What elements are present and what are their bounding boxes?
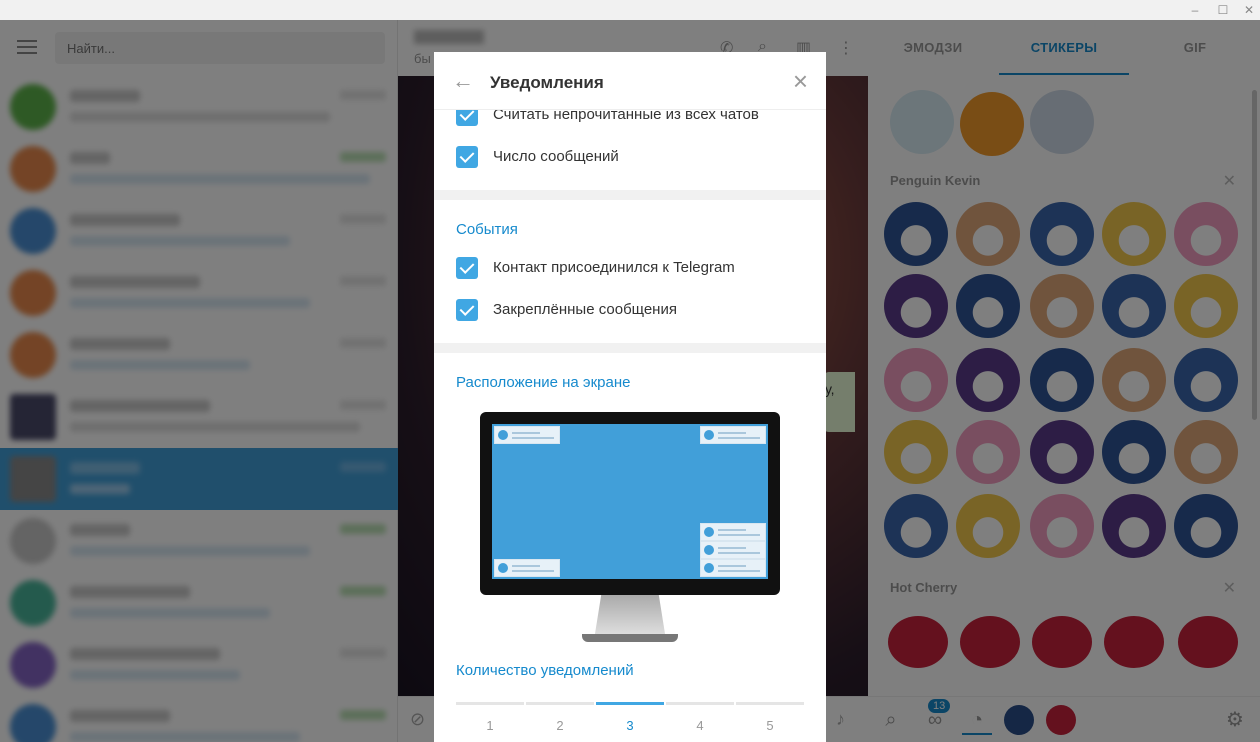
section-title-events: События (456, 221, 518, 238)
position-top-right[interactable] (700, 426, 766, 444)
section-divider (434, 343, 826, 353)
count-option-5[interactable]: 5 (736, 702, 804, 742)
checkbox-checked[interactable] (456, 146, 478, 168)
count-option-4[interactable]: 4 (666, 702, 734, 742)
count-option-1[interactable]: 1 (456, 702, 524, 742)
monitor-screen (492, 424, 768, 579)
notification-count-selector: 1 2 3 4 5 (456, 702, 804, 742)
position-bottom-right-selected[interactable] (700, 559, 766, 577)
position-bottom-left[interactable] (494, 559, 560, 577)
section-title-count: Количество уведомлений (456, 662, 634, 679)
position-top-left[interactable] (494, 426, 560, 444)
checkbox-checked[interactable] (456, 299, 478, 321)
checkbox-label: Число сообщений (493, 148, 619, 165)
position-bottom-right-stack[interactable] (700, 541, 766, 559)
section-divider (434, 190, 826, 200)
back-arrow-icon[interactable]: ← (452, 68, 474, 94)
close-window-button[interactable]: ✕ (1234, 0, 1260, 20)
screen-position-monitor (480, 412, 780, 644)
window-titlebar: – ☐ ✕ (0, 0, 1260, 20)
position-bottom-right-stack[interactable] (700, 523, 766, 541)
checkbox-label: Контакт присоединился к Telegram (493, 259, 735, 276)
monitor-frame (480, 412, 780, 595)
count-option-2[interactable]: 2 (526, 702, 594, 742)
close-icon[interactable]: × (793, 66, 808, 97)
section-title-position: Расположение на экране (456, 374, 631, 391)
monitor-stand-base (582, 634, 678, 642)
checkbox-label: Закреплённые сообщения (493, 301, 677, 318)
notifications-dialog: ← Уведомления × Считать непрочитанные из… (434, 52, 826, 742)
minimize-button[interactable]: – (1180, 0, 1210, 20)
checkbox-checked[interactable] (456, 257, 478, 279)
count-option-3-selected[interactable]: 3 (596, 702, 664, 742)
dialog-title: Уведомления (490, 73, 604, 92)
dialog-header: ← Уведомления × (434, 52, 826, 110)
